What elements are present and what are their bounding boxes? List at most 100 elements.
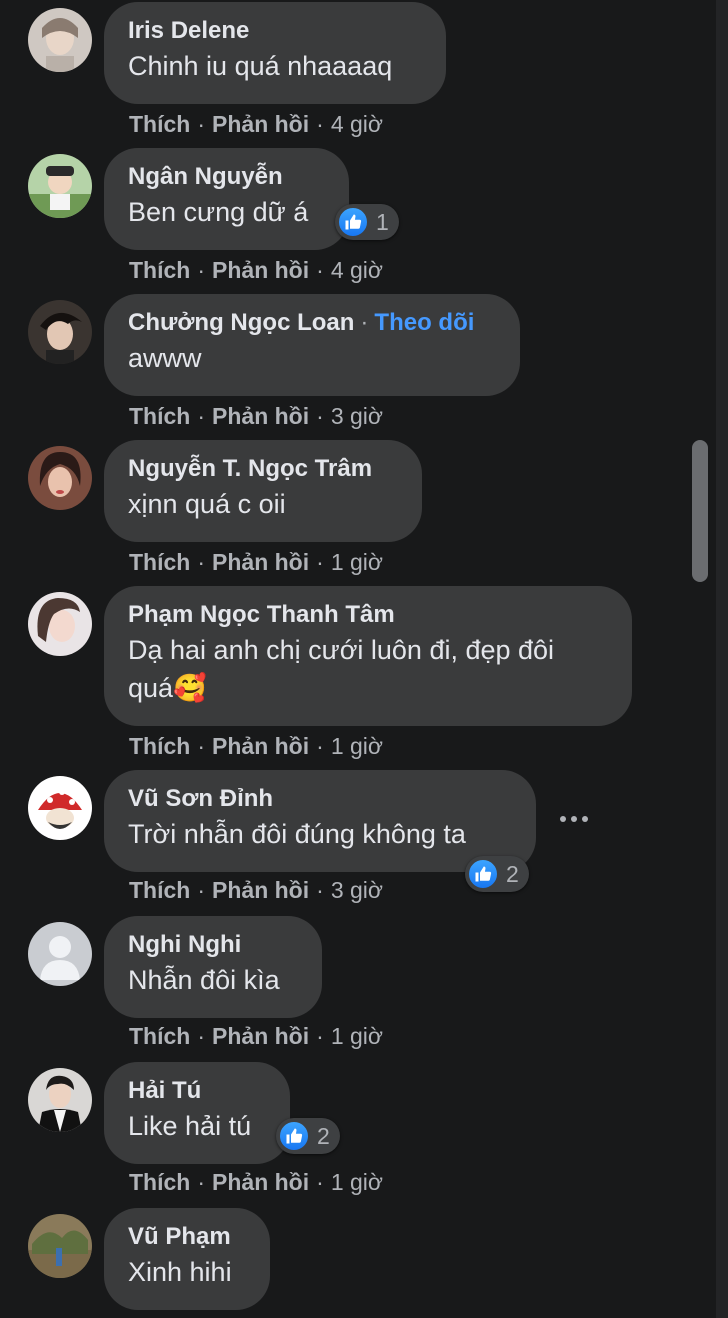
separator-dot: · [316, 257, 324, 283]
more-horizontal-icon[interactable] [554, 804, 594, 834]
separator-dot: · [316, 1023, 324, 1049]
scroll-track [716, 0, 728, 1318]
comment-author[interactable]: Nguyễn T. Ngọc Trâm [128, 453, 398, 485]
separator-dot: · [316, 1169, 324, 1195]
like-link[interactable]: Thích [129, 111, 190, 137]
comment-text: xịnn quá c oii [128, 489, 286, 519]
separator-dot: · [197, 257, 206, 283]
comment-text: Like hải tú [128, 1111, 252, 1141]
comment-author[interactable]: Vũ Phạm [128, 1221, 246, 1253]
comment-text: quá🥰 [128, 673, 207, 703]
avatar[interactable] [28, 1068, 92, 1132]
avatar[interactable] [28, 592, 92, 656]
comment-bubble: Ngân Nguyễn Ben cưng dữ á [104, 148, 349, 250]
comment-item: Vũ Sơn Đỉnh Trời nhẫn đôi đúng không ta … [0, 770, 690, 916]
comment-author[interactable]: Vũ Sơn Đỉnh [128, 783, 512, 815]
comment-bubble: Iris Delene Chinh iu quá nhaaaaq [104, 2, 446, 104]
thumbs-up-icon [278, 1120, 310, 1152]
comment-text: Xinh hihi [128, 1257, 232, 1287]
like-link[interactable]: Thích [129, 877, 190, 903]
reply-link[interactable]: Phản hồi [212, 877, 309, 903]
comment-time[interactable]: 1 giờ [331, 549, 383, 575]
thumbs-up-icon [467, 858, 499, 890]
follow-link[interactable]: Theo dõi [374, 309, 474, 336]
reply-link[interactable]: Phản hồi [212, 1169, 309, 1195]
like-link[interactable]: Thích [129, 549, 190, 575]
comment-bubble: Phạm Ngọc Thanh Tâm Dạ hai anh chị cưới … [104, 586, 632, 726]
comment-author[interactable]: Iris Delene [128, 15, 422, 47]
comment-author[interactable]: Ngân Nguyễn [128, 161, 325, 193]
reaction-count: 1 [376, 208, 389, 235]
reply-link[interactable]: Phản hồi [212, 111, 309, 137]
comment-thread: Iris Delene Chinh iu quá nhaaaaq Thích · P… [0, 0, 728, 1318]
comment-item: Nguyễn T. Ngọc Trâm xịnn quá c oii Thích… [0, 440, 690, 586]
thumbs-up-icon [337, 206, 369, 238]
comment-item: Nghi Nghi Nhẫn đôi kìa Thích · Phản hồi · 1 … [0, 916, 690, 1062]
comment-actions: Thích · Phản hồi · 1 giờ [129, 1020, 383, 1052]
comment-bubble: Vũ Sơn Đỉnh Trời nhẫn đôi đúng không ta [104, 770, 536, 872]
comment-actions: Thích · Phản hồi · 1 giờ [129, 546, 383, 578]
avatar[interactable] [28, 154, 92, 218]
author-name[interactable]: Chưởng Ngọc Loan [128, 309, 354, 336]
separator-dot: · [197, 877, 206, 903]
comment-time[interactable]: 1 giờ [331, 733, 383, 759]
comment-author: Chưởng Ngọc Loan · Theo dõi [128, 307, 496, 339]
comment-item: Chưởng Ngọc Loan · Theo dõi awww Thích · Phả… [0, 294, 690, 440]
comment-actions: Thích · Phản hồi · 3 giờ [129, 400, 383, 432]
reply-link[interactable]: Phản hồi [212, 1023, 309, 1049]
like-link[interactable]: Thích [129, 733, 190, 759]
comment-bubble: Hải Tú Like hải tú [104, 1062, 290, 1164]
reply-link[interactable]: Phản hồi [212, 549, 309, 575]
comment-text: Ben cưng dữ á [128, 197, 309, 227]
comment-time[interactable]: 3 giờ [331, 403, 383, 429]
comment-actions: Thích · Phản hồi · 1 giờ [129, 730, 383, 762]
comment-text: Chinh iu quá nhaaaaq [128, 51, 393, 81]
separator-dot: · [197, 1023, 206, 1049]
reaction-badge[interactable]: 1 [335, 204, 399, 240]
avatar[interactable] [28, 8, 92, 72]
reaction-count: 2 [317, 1122, 330, 1149]
comment-time[interactable]: 4 giờ [331, 111, 383, 137]
comment-item: Iris Delene Chinh iu quá nhaaaaq Thích · P… [0, 2, 690, 148]
comment-actions: Thích · Phản hồi · 4 giờ [129, 254, 383, 286]
avatar[interactable] [28, 1214, 92, 1278]
comment-text: Trời nhẫn đôi đúng không ta [128, 819, 466, 849]
avatar[interactable] [28, 300, 92, 364]
reaction-badge[interactable]: 2 [465, 856, 529, 892]
avatar[interactable] [28, 922, 92, 986]
reaction-badge[interactable]: 2 [276, 1118, 340, 1154]
scrollbar-thumb[interactable] [692, 440, 708, 582]
reply-link[interactable]: Phản hồi [212, 733, 309, 759]
comment-item: Hải Tú Like hải tú 2 Thích · Phản hồi · 1 gi… [0, 1062, 690, 1208]
like-link[interactable]: Thích [129, 1023, 190, 1049]
like-link[interactable]: Thích [129, 1169, 190, 1195]
comment-actions: Thích · Phản hồi · 1 giờ [129, 1166, 383, 1198]
avatar[interactable] [28, 446, 92, 510]
reply-link[interactable]: Phản hồi [212, 257, 309, 283]
comment-time[interactable]: 1 giờ [331, 1169, 383, 1195]
comment-actions: Thích · Phản hồi · 3 giờ [129, 874, 383, 906]
separator-dot: · [316, 111, 324, 137]
reply-link[interactable]: Phản hồi [212, 403, 309, 429]
separator-dot: · [316, 403, 324, 429]
comment-bubble: Nghi Nghi Nhẫn đôi kìa [104, 916, 322, 1018]
like-link[interactable]: Thích [129, 257, 190, 283]
comment-author[interactable]: Phạm Ngọc Thanh Tâm [128, 599, 608, 631]
separator-dot: · [197, 403, 206, 429]
avatar[interactable] [28, 776, 92, 840]
separator-dot: · [360, 309, 369, 336]
comment-bubble: Nguyễn T. Ngọc Trâm xịnn quá c oii [104, 440, 422, 542]
comment-time[interactable]: 3 giờ [331, 877, 383, 903]
comment-actions: Thích · Phản hồi · 4 giờ [129, 108, 383, 140]
comment-time[interactable]: 4 giờ [331, 257, 383, 283]
separator-dot: · [316, 733, 324, 759]
separator-dot: · [197, 111, 206, 137]
comment-author[interactable]: Nghi Nghi [128, 929, 298, 961]
separator-dot: · [197, 1169, 206, 1195]
comment-bubble: Chưởng Ngọc Loan · Theo dõi awww [104, 294, 520, 396]
comment-author[interactable]: Hải Tú [128, 1075, 266, 1107]
like-link[interactable]: Thích [129, 403, 190, 429]
comment-time[interactable]: 1 giờ [331, 1023, 383, 1049]
comment-text: Dạ hai anh chị cưới luôn đi, đẹp đôi [128, 635, 555, 665]
comment-text: Nhẫn đôi kìa [128, 965, 280, 995]
